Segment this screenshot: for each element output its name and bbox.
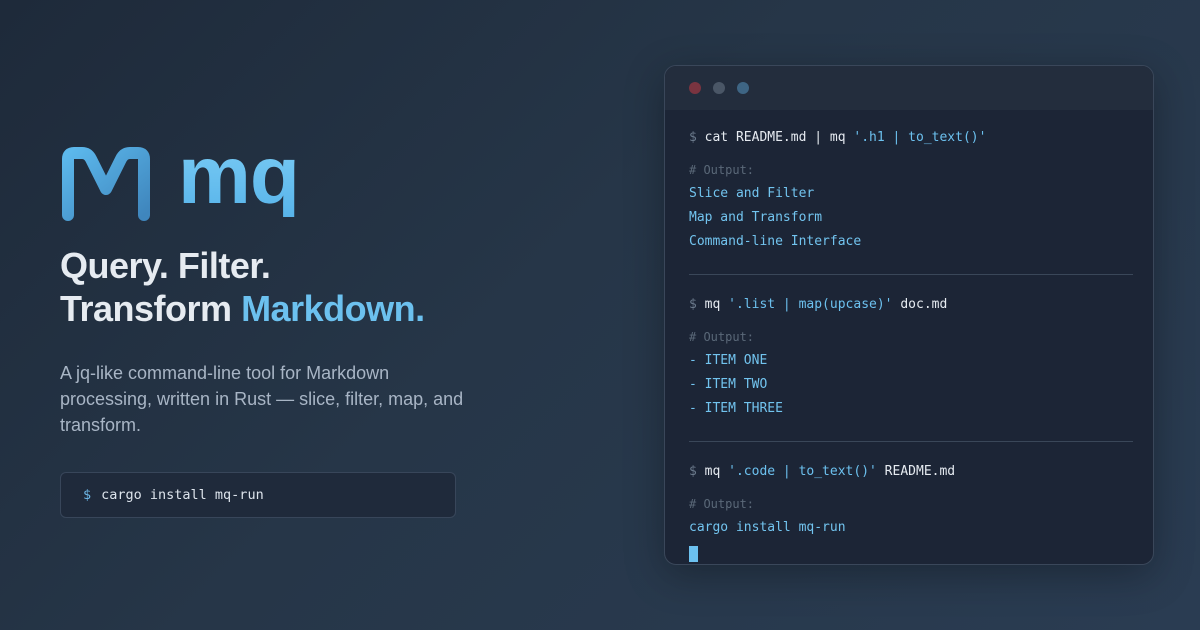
install-prompt: $ <box>83 487 92 503</box>
output-line: - ITEM TWO <box>689 377 768 392</box>
headline-accent: Markdown. <box>241 288 425 329</box>
command-text: mq <box>704 297 729 312</box>
brand-name: mq <box>178 130 300 221</box>
output-line: Slice and Filter <box>689 186 815 201</box>
headline-line-2: Transform Markdown. <box>60 287 480 330</box>
output-line: Command-line Interface <box>689 234 862 249</box>
output-line: Map and Transform <box>689 210 823 225</box>
command-query: '.list | map(upcase)' <box>728 297 893 312</box>
logo: mq <box>60 135 480 230</box>
prompt-symbol: $ <box>689 464 697 479</box>
command-line: $ mq '.code | to_text()' README.md <box>689 462 1131 482</box>
output-comment: # Output: <box>689 497 755 511</box>
output-line: - ITEM THREE <box>689 401 783 416</box>
terminal-body: $ cat README.md | mq '.h1 | to_text()' #… <box>665 110 1153 562</box>
close-dot-icon[interactable] <box>689 82 701 94</box>
command-text: cat README.md | mq <box>704 130 854 145</box>
minimize-dot-icon[interactable] <box>713 82 725 94</box>
install-command-box[interactable]: $ cargo install mq-run <box>60 472 456 518</box>
command-block: $ mq '.list | map(upcase)' doc.md # Outp… <box>689 295 1131 421</box>
subtitle: A jq-like command-line tool for Markdown… <box>60 363 464 435</box>
command-line: $ mq '.list | map(upcase)' doc.md <box>689 295 1131 315</box>
install-command[interactable]: cargo install mq-run <box>101 487 264 503</box>
maximize-dot-icon[interactable] <box>737 82 749 94</box>
command-block: $ cat README.md | mq '.h1 | to_text()' #… <box>689 128 1131 254</box>
command-suffix: README.md <box>876 464 956 479</box>
output-comment: # Output: <box>689 330 755 344</box>
divider <box>689 274 1133 275</box>
command-line: $ cat README.md | mq '.h1 | to_text()' <box>689 128 1131 148</box>
command-query: '.code | to_text()' <box>728 464 877 479</box>
command-block: $ mq '.code | to_text()' README.md # Out… <box>689 462 1131 562</box>
mq-logo-icon <box>62 147 150 221</box>
command-text: mq <box>704 464 729 479</box>
prompt-symbol: $ <box>689 130 697 145</box>
terminal-titlebar <box>665 66 1153 110</box>
terminal-window: $ cat README.md | mq '.h1 | to_text()' #… <box>664 65 1154 565</box>
output-line: cargo install mq-run <box>689 520 846 535</box>
command-query: '.h1 | to_text()' <box>853 130 987 145</box>
terminal-cursor <box>689 546 698 562</box>
hero-section: mq Query. Filter. Transform Markdown. A … <box>60 135 480 518</box>
output-line: - ITEM ONE <box>689 353 768 368</box>
headline-plain: Transform <box>60 288 232 329</box>
headline: Query. Filter. Transform Markdown. <box>60 244 480 330</box>
headline-line-1: Query. Filter. <box>60 245 271 286</box>
output-comment: # Output: <box>689 163 755 177</box>
divider <box>689 441 1133 442</box>
prompt-symbol: $ <box>689 297 697 312</box>
command-suffix: doc.md <box>892 297 948 312</box>
